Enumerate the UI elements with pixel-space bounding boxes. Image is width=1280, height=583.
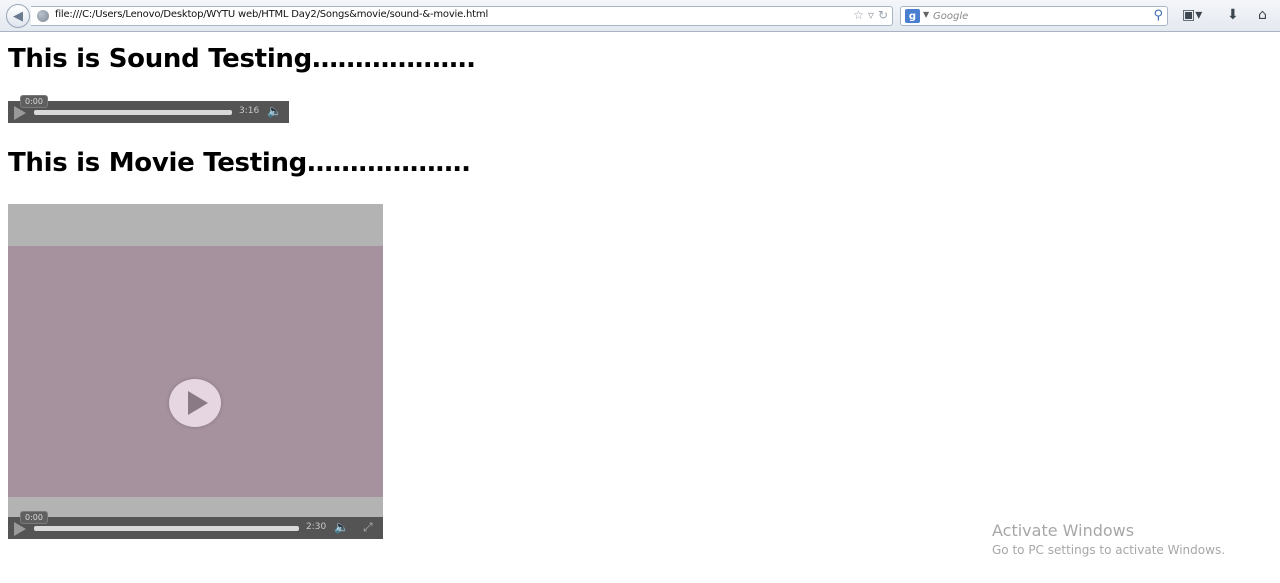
- browser-toolbar: ◀ file:///C:/Users/Lenovo/Desktop/WYTU w…: [0, 0, 1280, 32]
- volume-icon[interactable]: 🔈: [267, 104, 282, 118]
- big-play-button[interactable]: [169, 379, 221, 427]
- movie-heading: This is Movie Testing……………….: [8, 148, 471, 178]
- download-icon[interactable]: ⬇: [1227, 7, 1239, 23]
- video-controls[interactable]: 0:00 2:30 🔈 ⤢: [8, 511, 383, 539]
- bookmarks-icon[interactable]: ▣▾: [1182, 7, 1202, 23]
- search-icon[interactable]: ⚲: [1153, 8, 1163, 23]
- globe-icon: [37, 10, 49, 22]
- video-seek-bar[interactable]: [34, 526, 299, 531]
- address-bar[interactable]: file:///C:/Users/Lenovo/Desktop/WYTU web…: [31, 6, 893, 26]
- audio-duration: 3:16: [239, 106, 260, 116]
- search-bar[interactable]: g ▼ ⚲: [900, 6, 1168, 26]
- video-current-time: 0:00: [20, 511, 48, 524]
- reload-icon[interactable]: ↻: [878, 8, 888, 22]
- star-icon[interactable]: ☆: [853, 8, 864, 22]
- play-icon[interactable]: [14, 106, 26, 120]
- fullscreen-icon[interactable]: ⤢: [363, 520, 373, 535]
- back-button[interactable]: ◀: [6, 4, 30, 28]
- chevron-down-icon[interactable]: ▼: [923, 10, 929, 19]
- play-icon: [188, 391, 208, 415]
- activation-watermark: Activate Windows Go to PC settings to ac…: [992, 521, 1225, 557]
- audio-current-time: 0:00: [20, 95, 48, 108]
- search-engine-icon[interactable]: g: [905, 9, 920, 23]
- url-text: file:///C:/Users/Lenovo/Desktop/WYTU web…: [55, 9, 489, 20]
- search-input[interactable]: [933, 8, 1133, 24]
- volume-icon[interactable]: 🔈: [334, 520, 349, 534]
- watermark-title: Activate Windows: [992, 521, 1135, 540]
- audio-seek-bar[interactable]: [34, 110, 232, 115]
- audio-player[interactable]: 0:00 3:16 🔈: [8, 95, 289, 123]
- play-icon[interactable]: [14, 522, 26, 536]
- video-duration: 2:30: [306, 522, 327, 532]
- dropdown-icon[interactable]: ▿: [868, 8, 874, 22]
- back-icon: ◀: [13, 8, 23, 24]
- watermark-subtitle: Go to PC settings to activate Windows.: [992, 543, 1226, 557]
- home-icon[interactable]: ⌂: [1258, 7, 1267, 23]
- sound-heading: This is Sound Testing……………….: [8, 44, 476, 74]
- video-frame[interactable]: [8, 246, 383, 497]
- video-player[interactable]: 0:00 2:30 🔈 ⤢: [8, 204, 383, 539]
